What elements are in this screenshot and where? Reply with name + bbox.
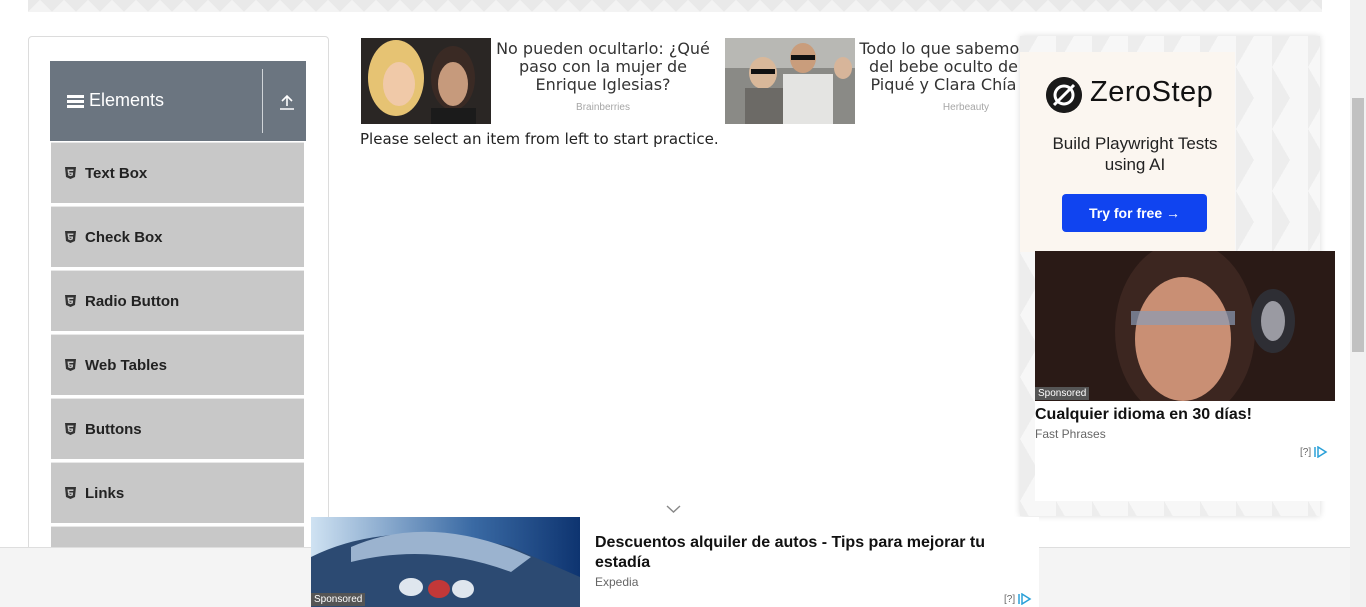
native-ad-card[interactable]: Todo lo que sabemos del bebe oculto de P… [725,38,1028,128]
sidebar-item-check-box[interactable]: Check Box [51,206,304,267]
native-ad-card[interactable]: No pueden ocultarlo: ¿Qué paso con la mu… [361,38,721,128]
html5-icon [65,423,76,435]
ad-thumbnail[interactable] [361,38,491,124]
zerostep-logo-icon [1046,77,1082,113]
sidebar-item-label: Web Tables [85,357,167,374]
sidebar-item-label: Check Box [85,229,163,246]
hamburger-icon [67,95,84,108]
chevron-down-icon[interactable] [666,504,681,514]
ad-headline[interactable]: Todo lo que sabemos del bebe oculto de P… [856,40,1031,94]
html5-icon [65,167,76,179]
ad-source: Brainberries [576,102,630,113]
sidebar-item-text-box[interactable]: Text Box [51,142,304,203]
sidebar-item-label: Text Box [85,165,148,182]
adchoices-icon [1314,446,1328,458]
ad-title[interactable]: Descuentos alquiler de autos - Tips para… [595,533,1015,573]
html5-icon [65,487,76,499]
ad-thumbnail[interactable] [725,38,855,124]
top-banner-strip [28,0,1322,12]
ad-image[interactable] [1035,251,1335,401]
sidebar-item-buttons[interactable]: Buttons [51,398,304,459]
adchoices[interactable]: [?] [1004,593,1032,605]
sponsored-badge: Sponsored [311,593,366,606]
header-divider [262,69,263,133]
sidebar-item-label: Buttons [85,421,142,438]
group-title: Elements [89,90,165,110]
sponsored-badge: Sponsored [1035,387,1090,400]
zerostep-brand: ZeroStep [1090,76,1214,108]
elements-group-header[interactable]: Elements [50,61,306,141]
sidebar-item-label: Links [85,485,125,502]
zerostep-tagline: Build Playwright Tests using AI [1052,134,1218,174]
fast-phrases-ad[interactable]: Sponsored Cualquier idioma en 30 días! F… [1035,251,1335,501]
bottom-ad[interactable]: Sponsored Descuentos alquiler de autos -… [311,517,1039,607]
adchoices-label: [?] [1004,593,1016,605]
ad-source: Fast Phrases [1035,427,1106,441]
ad-source: Expedia [595,575,639,589]
adchoices-label: [?] [1300,446,1312,458]
ad-headline[interactable]: No pueden ocultarlo: ¿Qué paso con la mu… [493,40,713,94]
html5-icon [65,231,76,243]
adchoices-icon [1018,593,1032,605]
practice-instruction: Please select an item from left to start… [360,130,719,148]
left-panel: Elements Text Box Check Box Radio Button… [28,36,329,607]
try-for-free-button[interactable]: Try for free → [1062,194,1207,232]
collapse-arrow-icon[interactable] [278,93,296,111]
ad-title[interactable]: Cualquier idioma en 30 días! [1035,406,1252,424]
sidebar-item-links[interactable]: Links [51,462,304,523]
adchoices[interactable]: [?] [1300,446,1328,458]
html5-icon [65,359,76,371]
sidebar-item-label: Radio Button [85,293,180,310]
html5-icon [65,295,76,307]
scrollbar-thumb[interactable] [1352,98,1364,352]
sidebar-item-radio-button[interactable]: Radio Button [51,270,304,331]
sidebar-item-web-tables[interactable]: Web Tables [51,334,304,395]
